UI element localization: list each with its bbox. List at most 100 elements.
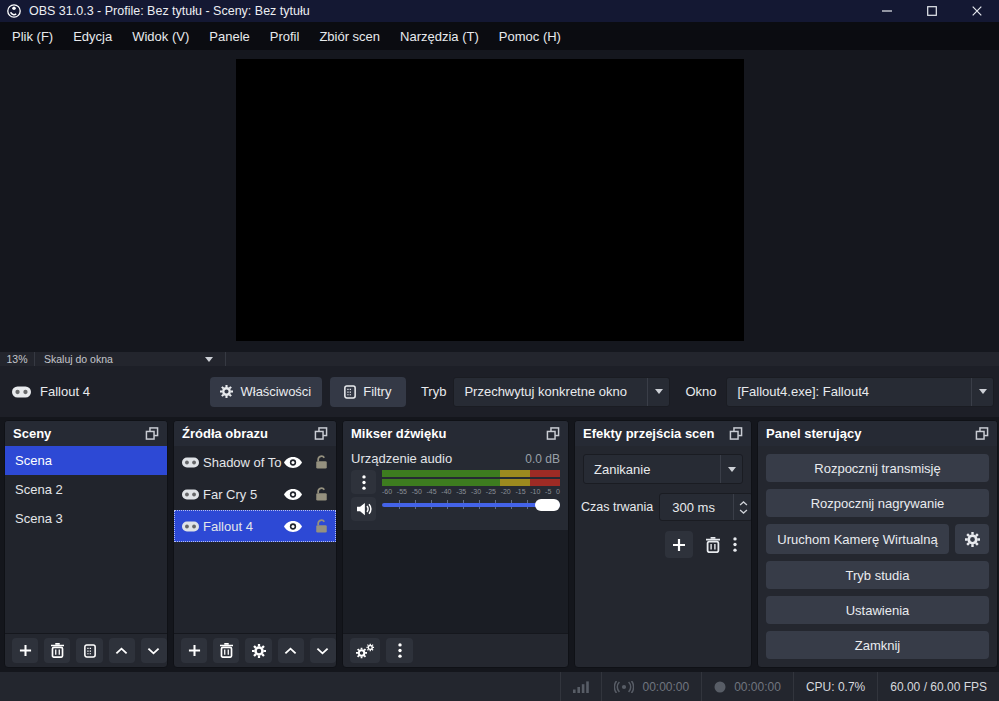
controls-dock-header: Panel sterujący — [758, 421, 997, 446]
transition-value: Zanikanie — [584, 462, 720, 477]
source-properties-button[interactable] — [245, 638, 271, 663]
visibility-eye-icon[interactable] — [284, 457, 302, 468]
scenes-dock-header: Sceny — [5, 421, 167, 446]
meter-scale-label: -50 — [412, 488, 422, 495]
meter-scale-label: -40 — [441, 488, 451, 495]
audio-device-mixer: Urządzenie audio 0.0 dB -60-55-50-45-40-… — [343, 446, 568, 530]
start-virtual-camera-button[interactable]: Uruchom Kamerę Wirtualną — [766, 524, 949, 554]
menu-plik[interactable]: Plik (F) — [2, 29, 63, 44]
scene-item[interactable]: Scena — [5, 446, 167, 475]
popout-icon[interactable] — [729, 427, 743, 440]
preview-area — [0, 50, 999, 352]
advanced-audio-button[interactable] — [350, 638, 380, 663]
slider-handle[interactable] — [535, 499, 560, 511]
start-streaming-button[interactable]: Rozpocznij transmisję — [766, 454, 989, 482]
mixer-toolbar — [343, 633, 568, 667]
stream-timer: 00:00:00 — [601, 672, 701, 701]
lock-icon[interactable] — [315, 455, 328, 469]
maximize-button[interactable] — [909, 0, 954, 22]
network-status — [560, 672, 601, 701]
studio-mode-button[interactable]: Tryb studia — [766, 561, 989, 589]
record-timer: 00:00:00 — [701, 672, 793, 701]
start-recording-button[interactable]: Rozpocznij nagrywanie — [766, 489, 989, 517]
transitions-dock-title: Efekty przejścia scen — [583, 426, 715, 441]
gamepad-icon — [182, 457, 199, 468]
fps-display: 60.00 / 60.00 FPS — [877, 672, 999, 701]
popout-icon[interactable] — [975, 427, 989, 440]
menu-zbior-scen[interactable]: Zbiór scen — [309, 29, 390, 44]
menu-narzedzia[interactable]: Narzędzia (T) — [390, 29, 489, 44]
capture-mode-select[interactable]: Przechwytuj konkretne okno — [453, 377, 670, 407]
settings-button[interactable]: Ustawienia — [766, 596, 989, 624]
spin-arrows[interactable] — [733, 494, 751, 520]
popout-icon[interactable] — [145, 427, 159, 440]
window-title: OBS 31.0.3 - Profile: Bez tytułu - Sceny… — [29, 4, 310, 18]
gear-icon — [220, 385, 233, 398]
move-scene-down-button[interactable] — [141, 638, 167, 663]
scene-filters-button[interactable] — [76, 638, 102, 663]
properties-button[interactable]: Właściwości — [210, 377, 322, 407]
window-label: Okno — [685, 384, 716, 399]
add-transition-button[interactable] — [665, 531, 693, 558]
obs-logo-icon — [7, 4, 21, 18]
menu-panele[interactable]: Panele — [199, 29, 259, 44]
move-scene-up-button[interactable] — [109, 638, 135, 663]
stream-time: 00:00:00 — [642, 680, 689, 694]
chevron-up-icon[interactable] — [739, 501, 748, 506]
capture-window-select[interactable]: [Fallout4.exe]: Fallout4 — [726, 377, 994, 407]
menu-edycja[interactable]: Edycja — [63, 29, 122, 44]
video-canvas[interactable] — [236, 59, 744, 341]
mixer-dock-title: Mikser dźwięku — [351, 426, 446, 441]
close-button[interactable] — [954, 0, 999, 22]
lock-icon[interactable] — [315, 487, 328, 501]
source-item[interactable]: Shadow of To — [174, 446, 336, 478]
mute-speaker-button[interactable] — [351, 497, 376, 521]
visibility-eye-icon[interactable] — [284, 521, 302, 532]
lock-icon[interactable] — [315, 519, 328, 533]
volume-slider[interactable] — [382, 498, 560, 511]
move-source-down-button[interactable] — [310, 638, 336, 663]
menu-profil[interactable]: Profil — [260, 29, 310, 44]
remove-transition-button[interactable] — [706, 537, 720, 553]
chevron-down-icon[interactable] — [739, 509, 748, 514]
transition-select[interactable]: Zanikanie — [583, 454, 743, 484]
add-scene-button[interactable] — [12, 638, 38, 663]
filters-button[interactable]: Filtry — [330, 377, 406, 407]
visibility-eye-icon[interactable] — [284, 489, 302, 500]
popout-icon[interactable] — [546, 427, 560, 440]
chevron-down-icon[interactable] — [205, 357, 213, 362]
properties-label: Właściwości — [240, 384, 311, 399]
source-item-label: Shadow of To — [203, 455, 284, 470]
slider-track — [382, 503, 560, 507]
move-source-up-button[interactable] — [278, 638, 304, 663]
source-item[interactable]: Fallout 4 — [174, 510, 336, 542]
transition-menu-button[interactable] — [733, 537, 737, 552]
capture-window-value: [Fallout4.exe]: Fallout4 — [727, 384, 971, 399]
scene-item[interactable]: Scena 3 — [5, 504, 167, 533]
mixer-options-button[interactable] — [351, 470, 376, 494]
filter-icon — [344, 385, 356, 399]
fps-value: 60.00 / 60.00 FPS — [890, 680, 987, 694]
remove-scene-button[interactable] — [44, 638, 70, 663]
virtual-camera-settings-button[interactable] — [955, 524, 989, 554]
scene-item[interactable]: Scena 2 — [5, 475, 167, 504]
scale-mode-label[interactable]: Skaluj do okna — [35, 353, 205, 365]
source-item[interactable]: Far Cry 5 — [174, 478, 336, 510]
title-bar: OBS 31.0.3 - Profile: Bez tytułu - Sceny… — [0, 0, 999, 22]
remove-source-button[interactable] — [213, 638, 239, 663]
meter-scale-label: -10 — [530, 488, 540, 495]
sources-dock-title: Źródła obrazu — [182, 426, 268, 441]
menu-widok[interactable]: Widok (V) — [122, 29, 199, 44]
controls-dock: Panel sterujący Rozpocznij transmisję Ro… — [757, 420, 998, 668]
duration-spinbox[interactable]: 300 ms — [659, 493, 751, 521]
popout-icon[interactable] — [314, 427, 328, 440]
add-source-button[interactable] — [181, 638, 207, 663]
sources-dock-header: Źródła obrazu — [174, 421, 336, 446]
exit-button[interactable]: Zamknij — [766, 631, 989, 659]
mixer-menu-button[interactable] — [386, 638, 413, 663]
divider — [225, 352, 226, 366]
meter-scale-label: -20 — [501, 488, 511, 495]
status-bar: 00:00:00 00:00:00 CPU: 0.7% 60.00 / 60.0… — [0, 672, 999, 701]
menu-pomoc[interactable]: Pomoc (H) — [489, 29, 571, 44]
minimize-button[interactable] — [864, 0, 909, 22]
